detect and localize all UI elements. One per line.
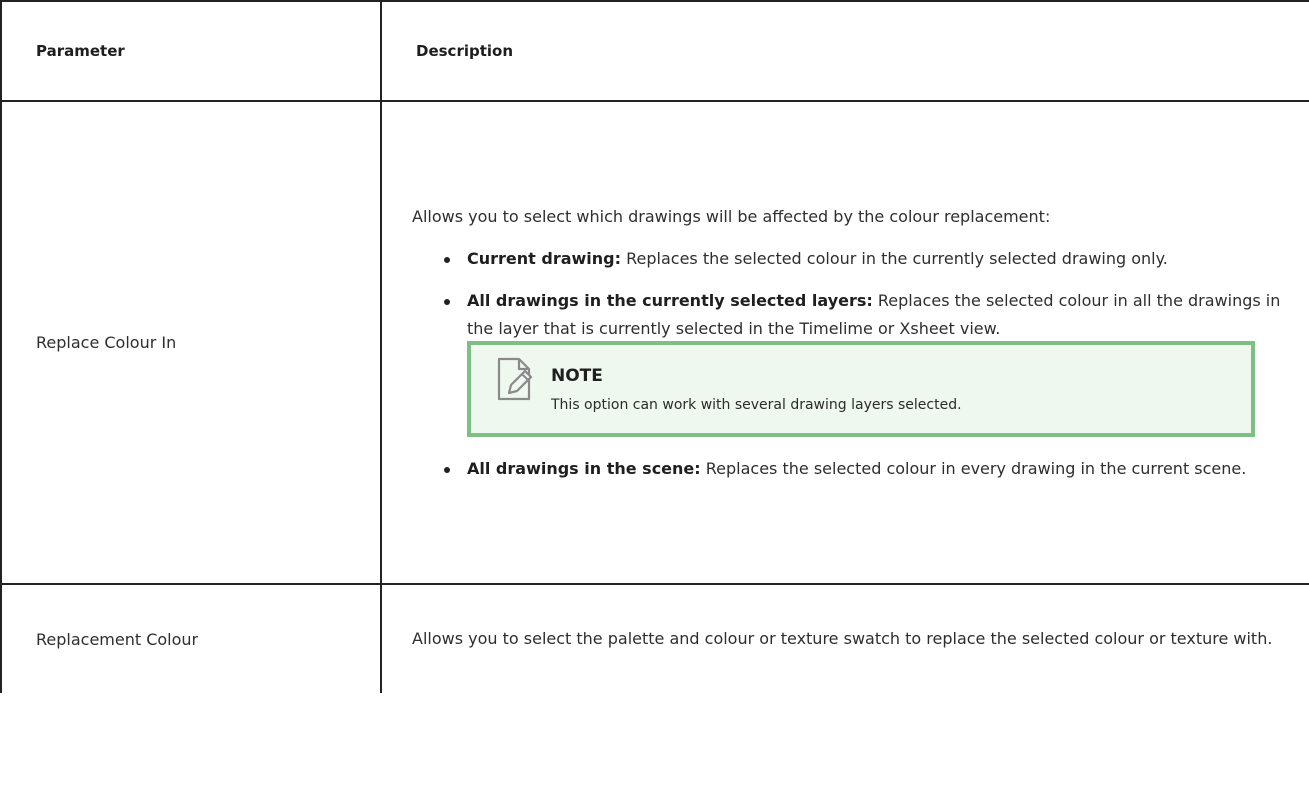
header-parameter: Parameter [0, 0, 382, 102]
description-text: Allows you to select the palette and col… [412, 629, 1273, 648]
option-label: All drawings in the scene: [467, 458, 701, 478]
list-item: All drawings in the scene: Replaces the … [412, 455, 1289, 483]
bullet-icon [444, 466, 450, 473]
table-header-row: Parameter Description [0, 0, 1309, 102]
option-list: All drawings in the scene: Replaces the … [412, 455, 1289, 483]
note-title: NOTE [551, 365, 603, 386]
bullet-icon [444, 256, 450, 263]
parameter-name: Replacement Colour [0, 583, 382, 693]
header-description: Description [380, 0, 1309, 102]
note-box: NOTE This option can work with several d… [467, 340, 1255, 437]
list-item: All drawings in the currently selected l… [412, 287, 1289, 343]
parameter-description: Allows you to select the palette and col… [380, 583, 1309, 693]
parameter-table: Parameter Description Replace Colour In … [0, 0, 1309, 693]
table-row: Replace Colour In Allows you to select w… [0, 100, 1309, 585]
option-label: Current drawing: [467, 248, 622, 268]
option-text: Replaces the selected colour in the curr… [621, 248, 1168, 268]
note-text: This option can work with several drawin… [551, 396, 962, 413]
description-intro: Allows you to select which drawings will… [412, 206, 1051, 226]
table-row: Replacement Colour Allows you to select … [0, 583, 1309, 693]
bullet-icon [444, 298, 450, 305]
note-pencil-icon [497, 357, 533, 400]
option-list: Current drawing: Replaces the selected c… [412, 245, 1289, 343]
parameter-description: Allows you to select which drawings will… [380, 100, 1309, 585]
option-label: All drawings in the currently selected l… [467, 290, 873, 310]
parameter-name: Replace Colour In [0, 100, 382, 585]
note-container: NOTE This option can work with several d… [412, 340, 1289, 437]
option-text: Replaces the selected colour in every dr… [700, 458, 1247, 478]
list-item: Current drawing: Replaces the selected c… [412, 245, 1289, 273]
